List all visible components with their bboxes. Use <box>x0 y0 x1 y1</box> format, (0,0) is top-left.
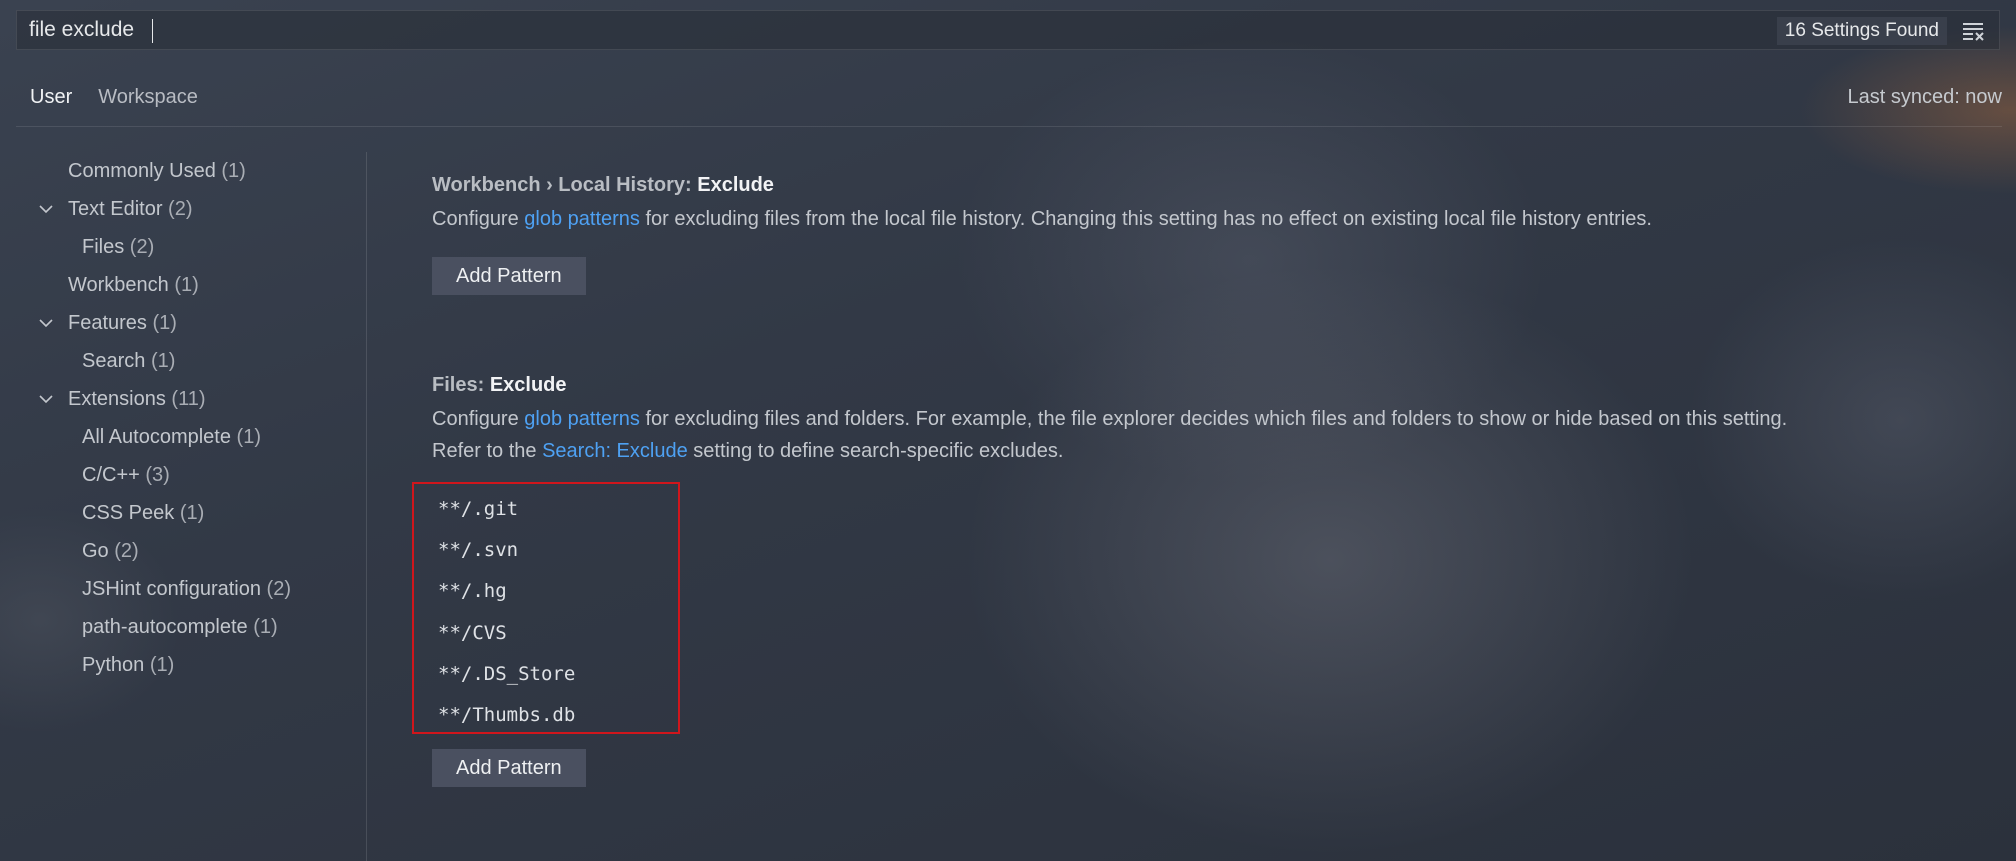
toc-item-css-peek[interactable]: CSS Peek (1) <box>0 494 360 532</box>
chevron-down-icon[interactable] <box>38 315 54 331</box>
toc-item-python[interactable]: Python (1) <box>0 646 360 684</box>
settings-found-badge: 16 Settings Found <box>1776 17 1947 45</box>
settings-scope-tabs: User Workspace <box>30 86 198 109</box>
setting-local-history-exclude: Workbench › Local History: Exclude Confi… <box>432 174 1652 295</box>
search-exclude-link[interactable]: Search: Exclude <box>542 440 688 462</box>
toc-item-files[interactable]: Files (2) <box>0 228 360 266</box>
toc-item-go[interactable]: Go (2) <box>0 532 360 570</box>
text-caret <box>152 19 153 43</box>
add-pattern-button[interactable]: Add Pattern <box>432 257 586 295</box>
toc-item-commonly-used[interactable]: Commonly Used (1) <box>0 152 360 190</box>
pattern-item[interactable]: **/.hg <box>438 580 507 602</box>
toc-item-search[interactable]: Search (1) <box>0 342 360 380</box>
settings-toc: Commonly Used (1) Text Editor (2) Files … <box>0 152 360 684</box>
tab-user[interactable]: User <box>30 86 72 109</box>
glob-patterns-link[interactable]: glob patterns <box>524 408 640 430</box>
toc-item-all-autocomplete[interactable]: All Autocomplete (1) <box>0 418 360 456</box>
add-pattern-button[interactable]: Add Pattern <box>432 749 586 787</box>
setting-title: Files: Exclude <box>432 374 567 396</box>
exclude-pattern-list: **/.git **/.svn **/.hg **/CVS **/.DS_Sto… <box>412 482 680 734</box>
chevron-down-icon[interactable] <box>38 391 54 407</box>
glob-patterns-link[interactable]: glob patterns <box>524 208 640 230</box>
setting-title: Workbench › Local History: Exclude <box>432 174 774 196</box>
toc-item-jshint[interactable]: JSHint configuration (2) <box>0 570 360 608</box>
pattern-item[interactable]: **/Thumbs.db <box>438 704 575 726</box>
toc-item-text-editor[interactable]: Text Editor (2) <box>0 190 360 228</box>
pattern-item[interactable]: **/.svn <box>438 539 518 561</box>
chevron-down-icon[interactable] <box>38 201 54 217</box>
tab-workspace[interactable]: Workspace <box>98 86 198 109</box>
toc-item-features[interactable]: Features (1) <box>0 304 360 342</box>
setting-description: Configure glob patterns for excluding fi… <box>432 208 1652 230</box>
settings-search-input[interactable] <box>25 16 1749 44</box>
pattern-item[interactable]: **/.git <box>438 498 518 520</box>
toc-divider <box>366 152 367 861</box>
pattern-item[interactable]: **/CVS <box>438 622 507 644</box>
setting-description: Configure glob patterns for excluding fi… <box>432 408 1788 462</box>
toc-item-path-autocomplete[interactable]: path-autocomplete (1) <box>0 608 360 646</box>
clear-filter-icon[interactable] <box>1961 19 1987 43</box>
toc-item-extensions[interactable]: Extensions (11) <box>0 380 360 418</box>
toc-item-cpp[interactable]: C/C++ (3) <box>0 456 360 494</box>
header-divider <box>16 126 2002 127</box>
settings-search-bar[interactable]: 16 Settings Found <box>16 10 2000 50</box>
setting-files-exclude: Files: Exclude Configure glob patterns f… <box>432 374 1787 467</box>
files-exclude-actions: Add Pattern <box>432 749 586 787</box>
toc-item-workbench[interactable]: Workbench (1) <box>0 266 360 304</box>
sync-status: Last synced: now <box>1847 86 2002 108</box>
pattern-item[interactable]: **/.DS_Store <box>438 663 575 685</box>
